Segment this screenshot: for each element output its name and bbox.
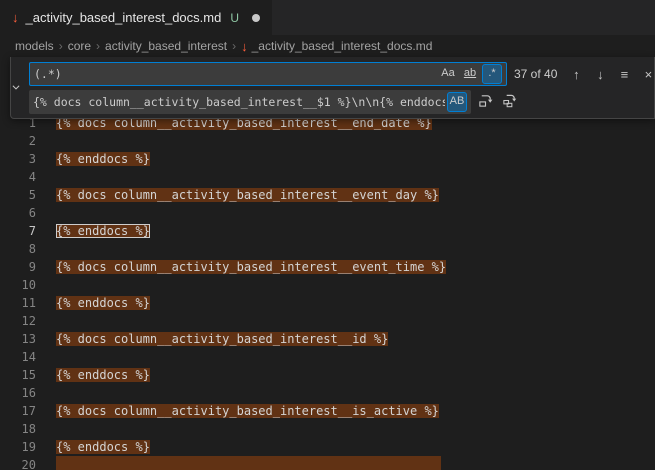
find-replace-widget: (.*) Aa ab .* 37 of 40 ↑ ↓ ≡ × {% docs c… <box>10 57 655 119</box>
find-match <box>56 456 441 470</box>
line-number: 8 <box>0 240 36 258</box>
line-content[interactable]: {% enddocs %} <box>56 150 150 168</box>
editor-line[interactable]: 4 <box>0 168 655 186</box>
breadcrumb-item-activity-based-interest[interactable]: activity_based_interest <box>105 39 227 53</box>
results-count: 37 of 40 <box>514 67 557 81</box>
find-match: {% enddocs %} <box>56 224 150 238</box>
line-content[interactable]: {% enddocs %} <box>56 438 150 456</box>
tab-filename: _activity_based_interest_docs.md <box>26 10 222 25</box>
replace-all-button[interactable] <box>499 92 519 112</box>
line-number: 20 <box>0 456 36 470</box>
find-match: {% enddocs %} <box>56 368 150 382</box>
modified-indicator[interactable] <box>252 14 260 22</box>
breadcrumb-item-models[interactable]: models <box>15 39 54 53</box>
chevron-down-icon <box>11 79 21 97</box>
regex-button[interactable]: .* <box>482 64 502 84</box>
editor-line[interactable]: 13 {% docs column__activity_based_interes… <box>0 330 655 348</box>
editor-line[interactable]: 20 <box>0 456 655 470</box>
find-in-selection-icon[interactable]: ≡ <box>614 64 634 84</box>
line-number: 15 <box>0 366 36 384</box>
editor-line[interactable]: 16 <box>0 384 655 402</box>
previous-match-button[interactable]: ↑ <box>566 64 586 84</box>
editor-line[interactable]: 2 <box>0 132 655 150</box>
breadcrumb-separator: › <box>59 39 63 53</box>
find-match: {% enddocs %} <box>56 296 150 310</box>
editor-line[interactable]: 14 <box>0 348 655 366</box>
replace-icon <box>478 93 493 111</box>
replace-input[interactable]: {% docs column__activity_based_interest_… <box>29 90 471 114</box>
line-number: 5 <box>0 186 36 204</box>
line-content[interactable]: {% enddocs %} <box>56 222 150 240</box>
find-match: {% docs column__activity_based_interest_… <box>56 332 388 346</box>
line-content[interactable]: {% docs column__activity_based_interest_… <box>56 186 439 204</box>
editor[interactable]: 1{% docs column__activity_based_interest… <box>0 57 655 470</box>
editor-line[interactable]: 9 {% docs column__activity_based_interest… <box>0 258 655 276</box>
find-match: {% docs column__activity_based_interest_… <box>56 404 439 418</box>
line-content[interactable]: {% docs column__activity_based_interest_… <box>56 330 388 348</box>
editor-line[interactable]: 3 {% enddocs %} <box>0 150 655 168</box>
find-match: {% docs column__activity_based_interest_… <box>56 188 439 202</box>
line-number: 19 <box>0 438 36 456</box>
line-content[interactable]: {% docs column__activity_based_interest_… <box>56 402 439 420</box>
line-number: 11 <box>0 294 36 312</box>
line-number: 14 <box>0 348 36 366</box>
line-content[interactable]: {% enddocs %} <box>56 366 150 384</box>
editor-line[interactable]: 7 {% enddocs %} <box>0 222 655 240</box>
breadcrumb-item-file[interactable]: ↓ _activity_based_interest_docs.md <box>241 39 432 53</box>
line-number: 13 <box>0 330 36 348</box>
editor-line[interactable]: 10 <box>0 276 655 294</box>
find-input-value[interactable]: (.*) <box>34 67 436 81</box>
find-match: {% docs column__activity_based_interest_… <box>56 260 446 274</box>
breadcrumb-item-core[interactable]: core <box>68 39 91 53</box>
vscode-window: ↓ _activity_based_interest_docs.md U mod… <box>0 0 655 470</box>
editor-tab[interactable]: ↓ _activity_based_interest_docs.md U <box>0 0 272 35</box>
whole-word-button[interactable]: ab <box>460 64 480 84</box>
line-content[interactable]: {% docs column__activity_based_interest_… <box>56 258 446 276</box>
line-number: 17 <box>0 402 36 420</box>
line-number: 7 <box>0 222 36 240</box>
replace-input-value[interactable]: {% docs column__activity_based_interest_… <box>33 95 445 109</box>
breadcrumb: models › core › activity_based_interest … <box>0 35 655 57</box>
breadcrumb-separator: › <box>96 39 100 53</box>
tab-bar: ↓ _activity_based_interest_docs.md U <box>0 0 655 35</box>
breadcrumb-file-label: _activity_based_interest_docs.md <box>252 39 433 53</box>
editor-line[interactable]: 15 {% enddocs %} <box>0 366 655 384</box>
line-number: 2 <box>0 132 36 150</box>
editor-line[interactable]: 8 <box>0 240 655 258</box>
line-number: 18 <box>0 420 36 438</box>
breadcrumb-separator: › <box>232 39 236 53</box>
match-case-button[interactable]: Aa <box>438 64 458 84</box>
line-number: 9 <box>0 258 36 276</box>
close-icon[interactable]: × <box>638 64 655 84</box>
dbt-file-icon: ↓ <box>12 11 19 24</box>
editor-line[interactable]: 5 {% docs column__activity_based_interest… <box>0 186 655 204</box>
editor-line[interactable]: 17 {% docs column__activity_based_interes… <box>0 402 655 420</box>
find-input[interactable]: (.*) Aa ab .* <box>29 62 507 86</box>
line-number: 10 <box>0 276 36 294</box>
dbt-file-icon: ↓ <box>241 40 248 53</box>
editor-line[interactable]: 19 {% enddocs %} <box>0 438 655 456</box>
editor-line[interactable]: 11 {% enddocs %} <box>0 294 655 312</box>
next-match-button[interactable]: ↓ <box>590 64 610 84</box>
replace-all-icon <box>502 93 517 111</box>
line-number: 12 <box>0 312 36 330</box>
line-number: 4 <box>0 168 36 186</box>
line-number: 6 <box>0 204 36 222</box>
editor-line[interactable]: 6 <box>0 204 655 222</box>
editor-line[interactable]: 18 <box>0 420 655 438</box>
find-match: {% enddocs %} <box>56 152 150 166</box>
toggle-replace-button[interactable] <box>11 57 21 118</box>
line-content[interactable] <box>56 456 441 470</box>
preserve-case-button[interactable]: AB <box>447 92 467 112</box>
line-content[interactable]: {% enddocs %} <box>56 294 150 312</box>
line-number: 3 <box>0 150 36 168</box>
git-status-badge: U <box>230 11 239 25</box>
editor-line[interactable]: 12 <box>0 312 655 330</box>
replace-button[interactable] <box>475 92 495 112</box>
find-match: {% enddocs %} <box>56 440 150 454</box>
line-number: 16 <box>0 384 36 402</box>
